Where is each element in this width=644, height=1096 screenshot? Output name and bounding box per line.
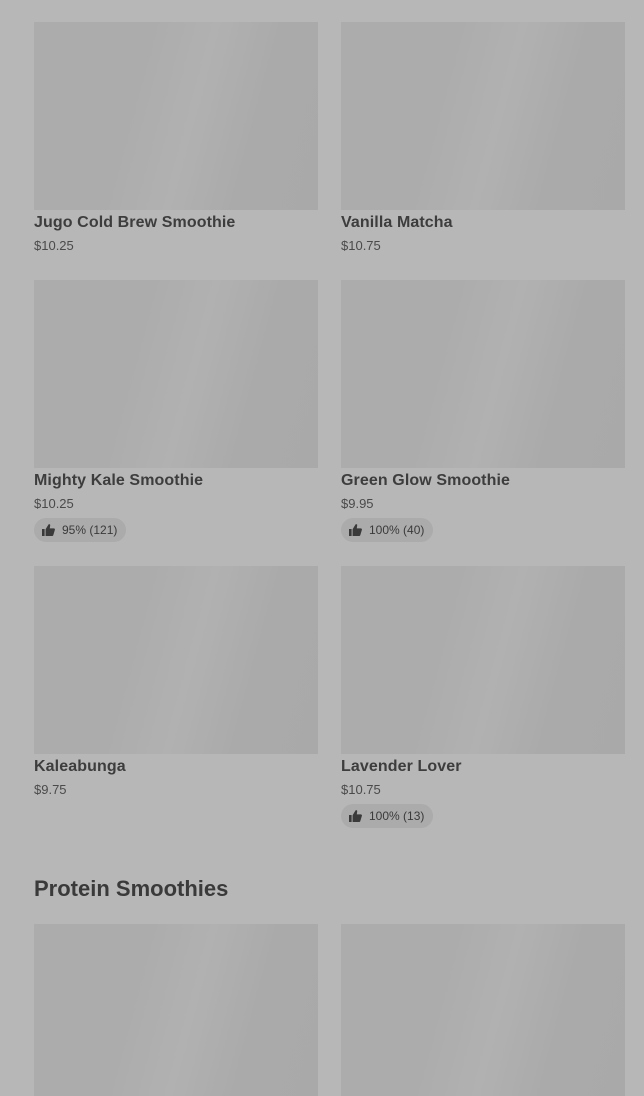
menu-item-name: Jugo Cold Brew Smoothie <box>34 214 236 231</box>
section-title: Protein Smoothies <box>34 876 229 901</box>
rating-badge: 100% (40) <box>341 518 434 542</box>
menu-item-name: Lavender Lover <box>341 758 462 775</box>
menu-item-price: $10.25 <box>34 238 74 253</box>
menu-item-name: Kaleabunga <box>34 758 126 775</box>
rating-text: 100% (40) <box>369 523 425 537</box>
menu-item-image <box>341 924 625 1096</box>
menu-item-price: $10.75 <box>341 782 381 797</box>
menu-item-image <box>34 566 318 754</box>
menu-item-image <box>34 22 318 210</box>
menu-item-image <box>341 566 625 754</box>
rating-badge: 95% (121) <box>34 518 127 542</box>
menu-item-price: $9.75 <box>34 782 67 797</box>
thumbs-up-icon <box>349 810 362 822</box>
rating-text: 100% (13) <box>369 809 425 823</box>
menu-item-image <box>34 924 318 1096</box>
thumbs-up-icon <box>349 524 362 536</box>
menu-item-name: Green Glow Smoothie <box>341 472 511 489</box>
menu-item-name: Vanilla Matcha <box>341 214 453 231</box>
menu-item-price: $9.95 <box>341 496 374 511</box>
menu-item-price: $10.75 <box>341 238 381 253</box>
menu-item-image <box>341 22 625 210</box>
menu-grid: Jugo Cold Brew Smoothie $10.25 Vanilla M… <box>0 0 644 1096</box>
menu-item-price: $10.25 <box>34 496 74 511</box>
rating-text: 95% (121) <box>62 523 118 537</box>
menu-item-image <box>341 280 625 468</box>
thumbs-up-icon <box>42 524 55 536</box>
menu-item-image <box>34 280 318 468</box>
rating-badge: 100% (13) <box>341 804 434 828</box>
menu-item-name: Mighty Kale Smoothie <box>34 472 204 489</box>
